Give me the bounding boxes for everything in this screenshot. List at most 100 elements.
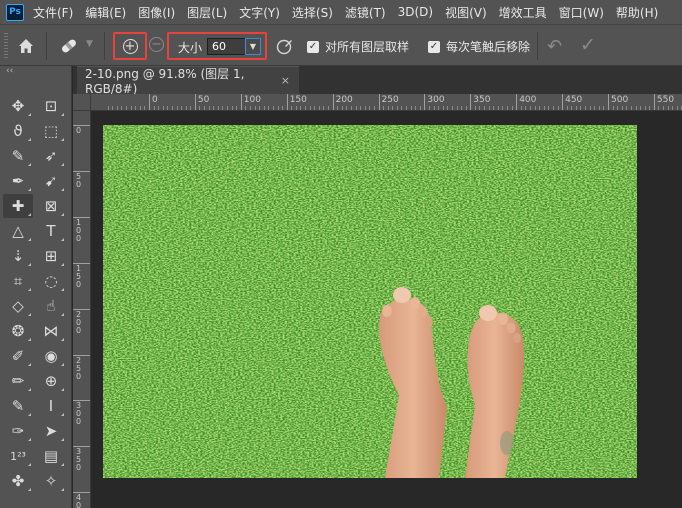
tool-preset-picker[interactable]: [58, 36, 80, 56]
home-button[interactable]: [16, 36, 36, 56]
perspective-crop-tool[interactable]: ⊞: [36, 244, 66, 268]
menu-type[interactable]: 文字(Y): [239, 4, 280, 21]
remove-tool-icon: [62, 39, 76, 53]
eyedropper-tool[interactable]: ✒: [3, 169, 33, 193]
lasso-tool[interactable]: ϑ: [3, 119, 33, 143]
ruler-minor-tick: [295, 106, 297, 110]
size-label: 大小: [178, 41, 203, 55]
red-eye-tool[interactable]: ◉: [36, 344, 66, 368]
object-select-tool[interactable]: ⬚: [36, 119, 66, 143]
add-mode-button[interactable]: +: [113, 32, 147, 60]
ruler-minor-tick: [406, 106, 408, 110]
size-dropdown-button[interactable]: ▼: [245, 38, 261, 55]
menu-window[interactable]: 窗口(W): [559, 4, 604, 21]
ruler-minor-tick: [401, 106, 403, 110]
frame-tool[interactable]: ⊠: [36, 194, 66, 218]
move-tool[interactable]: ✥: [3, 94, 33, 118]
add-anchor-tool[interactable]: ⊕: [36, 369, 66, 393]
ruler-minor-tick: [465, 106, 467, 110]
ruler-origin[interactable]: [73, 94, 91, 111]
document-image[interactable]: [103, 125, 637, 478]
crop-tool[interactable]: ⌗: [3, 269, 33, 293]
sample-all-layers-label: 对所有图层取样: [325, 40, 410, 54]
perspective-crop-tool-icon: ⊞: [44, 247, 58, 265]
ruler-minor-tick: [502, 106, 504, 110]
ruler-minor-tick: [245, 106, 247, 110]
ruler-minor-tick: [603, 106, 605, 110]
pencil-tool[interactable]: ✏: [3, 369, 33, 393]
flyout-indicator: [28, 463, 31, 466]
menu-plugins[interactable]: 增效工具: [499, 4, 547, 21]
canvas-area[interactable]: [91, 111, 682, 508]
chevron-down-icon[interactable]: ▼: [86, 39, 93, 49]
ruler-minor-tick: [594, 106, 596, 110]
commit-icon[interactable]: ✓: [580, 34, 596, 56]
sponge-tool[interactable]: ❂: [3, 319, 33, 343]
ruler-tick-label: 50: [197, 95, 210, 105]
smudge-tool[interactable]: ☝: [36, 294, 66, 318]
remove-tool[interactable]: ✚: [3, 194, 33, 218]
pressure-size-button[interactable]: [276, 37, 294, 55]
flyout-indicator: [61, 163, 64, 166]
ruler-minor-tick: [263, 106, 265, 110]
color-sampler-tool[interactable]: ✧: [36, 469, 66, 493]
pen-arrow-tool[interactable]: ➶: [36, 144, 66, 168]
ruler-tick-label: 300: [427, 95, 445, 105]
path-select-tool-icon: ➤: [44, 422, 58, 440]
sample-all-layers-checkbox[interactable]: ✓ 对所有图层取样: [307, 38, 409, 55]
document-tab[interactable]: 2-10.png @ 91.8% (图层 1, RGB/8#) ×: [77, 66, 299, 96]
count-tool[interactable]: 1²³: [3, 444, 33, 468]
pressure-pen-icon: [276, 39, 292, 55]
size-input[interactable]: [207, 38, 245, 55]
vertical-type-mask-tool[interactable]: ⇣: [3, 244, 33, 268]
menu-file[interactable]: 文件(F): [33, 4, 73, 21]
ruler-minor-tick: [493, 106, 495, 110]
vertical-type-tool[interactable]: T: [36, 219, 66, 243]
menu-image[interactable]: 图像(I): [138, 4, 175, 21]
ruler-minor-tick: [658, 106, 660, 110]
brush-tool[interactable]: ✐: [3, 344, 33, 368]
eyedropper-tool-icon: ✒: [11, 172, 25, 190]
ruler-minor-tick: [617, 106, 619, 110]
ruler-minor-tick: [116, 106, 118, 110]
note-tool[interactable]: ▤: [36, 444, 66, 468]
options-grip[interactable]: [4, 33, 8, 59]
flyout-indicator: [28, 363, 31, 366]
ruler-minor-tick: [447, 106, 449, 110]
freeform-pen-tool[interactable]: ✑: [3, 419, 33, 443]
menu-view[interactable]: 视图(V): [445, 4, 487, 21]
checkmark-icon: ✓: [428, 40, 440, 53]
ellipse-tool[interactable]: ◌: [36, 269, 66, 293]
ruler-minor-tick: [438, 106, 440, 110]
collapse-panel-icon[interactable]: ‹‹: [6, 66, 13, 76]
spot-healing-tool[interactable]: ✎: [3, 394, 33, 418]
ruler-minor-tick: [309, 106, 311, 110]
artboard-tool[interactable]: ⊡: [36, 94, 66, 118]
path-select-tool[interactable]: ➤: [36, 419, 66, 443]
ruler-minor-tick: [474, 106, 476, 110]
paint-bucket-tool[interactable]: ◇: [3, 294, 33, 318]
ruler-tick: 4 0 0: [73, 492, 90, 508]
ruler-minor-tick: [461, 106, 463, 110]
ruler-minor-tick: [204, 106, 206, 110]
quick-select-tool[interactable]: ✎: [3, 144, 33, 168]
remove-after-stroke-checkbox[interactable]: ✓ 每次笔触后移除: [428, 38, 530, 55]
vertical-ruler[interactable]: 0 5 0 1 0 0 1 5 0 2 0 0 2 5 0 3 0 0 3 5 0 4 0 0: [73, 111, 91, 508]
undo-icon[interactable]: ↶: [547, 36, 562, 57]
horizontal-ruler[interactable]: 0 50 100 150 200 250 300 350 400 450 500 550: [91, 94, 682, 111]
flyout-indicator: [28, 413, 31, 416]
spot-healing-tool-2[interactable]: ✤: [3, 469, 33, 493]
menu-layer[interactable]: 图层(L): [187, 4, 227, 21]
close-icon[interactable]: ×: [281, 74, 290, 87]
vertical-type-tool-2[interactable]: Ⅰ: [36, 394, 66, 418]
polygonal-lasso-tool[interactable]: ⋈: [36, 319, 66, 343]
ruler-tool[interactable]: ➹: [36, 169, 66, 193]
menu-help[interactable]: 帮助(H): [616, 4, 658, 21]
menu-filter[interactable]: 滤镜(T): [345, 4, 386, 21]
menu-3d[interactable]: 3D(D): [398, 5, 433, 19]
ruler-tick: 50: [194, 94, 209, 110]
triangle-tool[interactable]: △: [3, 219, 33, 243]
subtract-mode-button[interactable]: −: [149, 37, 164, 52]
menu-edit[interactable]: 编辑(E): [85, 4, 126, 21]
menu-select[interactable]: 选择(S): [292, 4, 333, 21]
